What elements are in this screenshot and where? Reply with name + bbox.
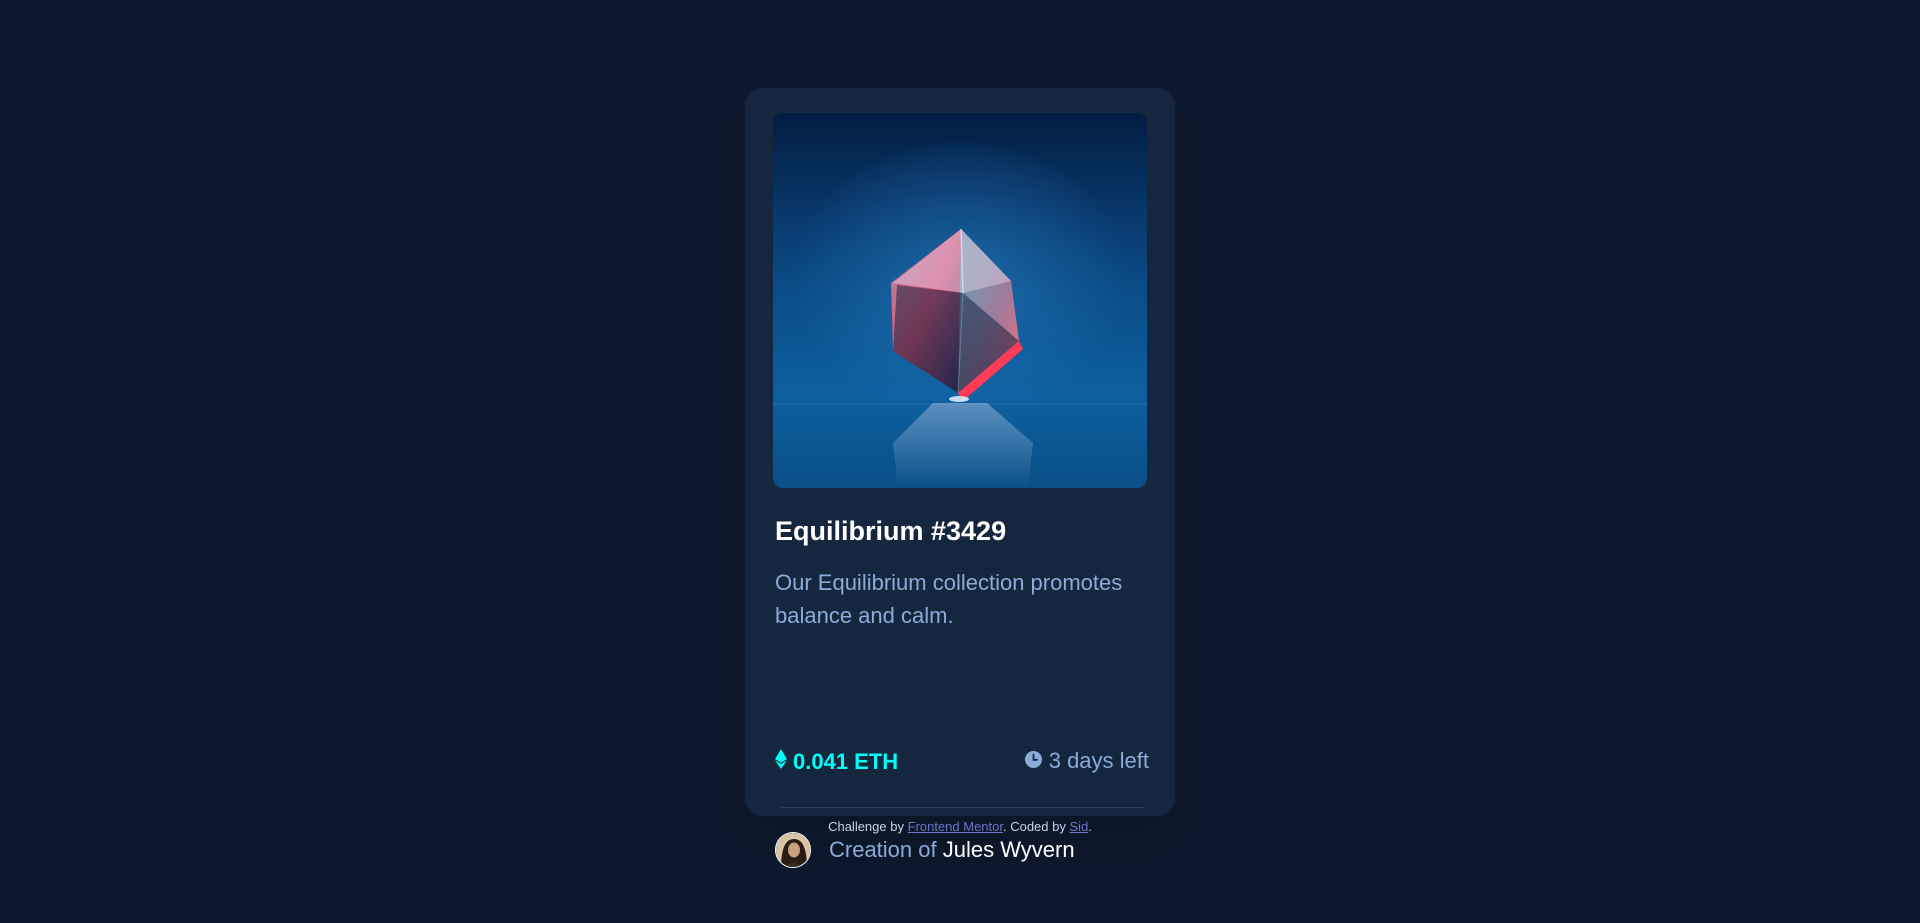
nft-card: Equilibrium #3429 Our Equilibrium collec… bbox=[745, 88, 1175, 868]
frontend-mentor-link[interactable]: Frontend Mentor bbox=[908, 819, 1003, 834]
time-left-text: 3 days left bbox=[1048, 748, 1149, 773]
price-value: 0.041 ETH bbox=[793, 749, 899, 774]
nft-title[interactable]: Equilibrium #3429 bbox=[775, 516, 1006, 547]
ethereum-icon bbox=[775, 748, 787, 776]
nft-image[interactable] bbox=[773, 113, 1147, 488]
nft-description: Our Equilibrium collection promotes bala… bbox=[775, 570, 1123, 628]
page: Equilibrium #3429 Our Equilibrium collec… bbox=[0, 0, 1920, 923]
time-left: 3 days left bbox=[1024, 748, 1149, 774]
divider bbox=[781, 807, 1144, 808]
creator-prefix: Creation of bbox=[829, 837, 937, 862]
clock-icon bbox=[1024, 748, 1042, 774]
creator: Creation of Jules Wyvern bbox=[775, 832, 1075, 868]
avatar bbox=[775, 832, 811, 868]
price: 0.041 ETH bbox=[775, 748, 898, 776]
creator-name-link[interactable]: Jules Wyvern bbox=[943, 837, 1075, 862]
author-link[interactable]: Sid bbox=[1069, 819, 1088, 834]
footer-suffix: . bbox=[1088, 819, 1092, 834]
footer-prefix: Challenge by bbox=[828, 819, 904, 834]
attribution-footer: Challenge by Frontend Mentor. Coded by S… bbox=[0, 819, 1920, 834]
footer-middle: . Coded by bbox=[1002, 819, 1066, 834]
cube-artwork bbox=[773, 113, 1147, 488]
